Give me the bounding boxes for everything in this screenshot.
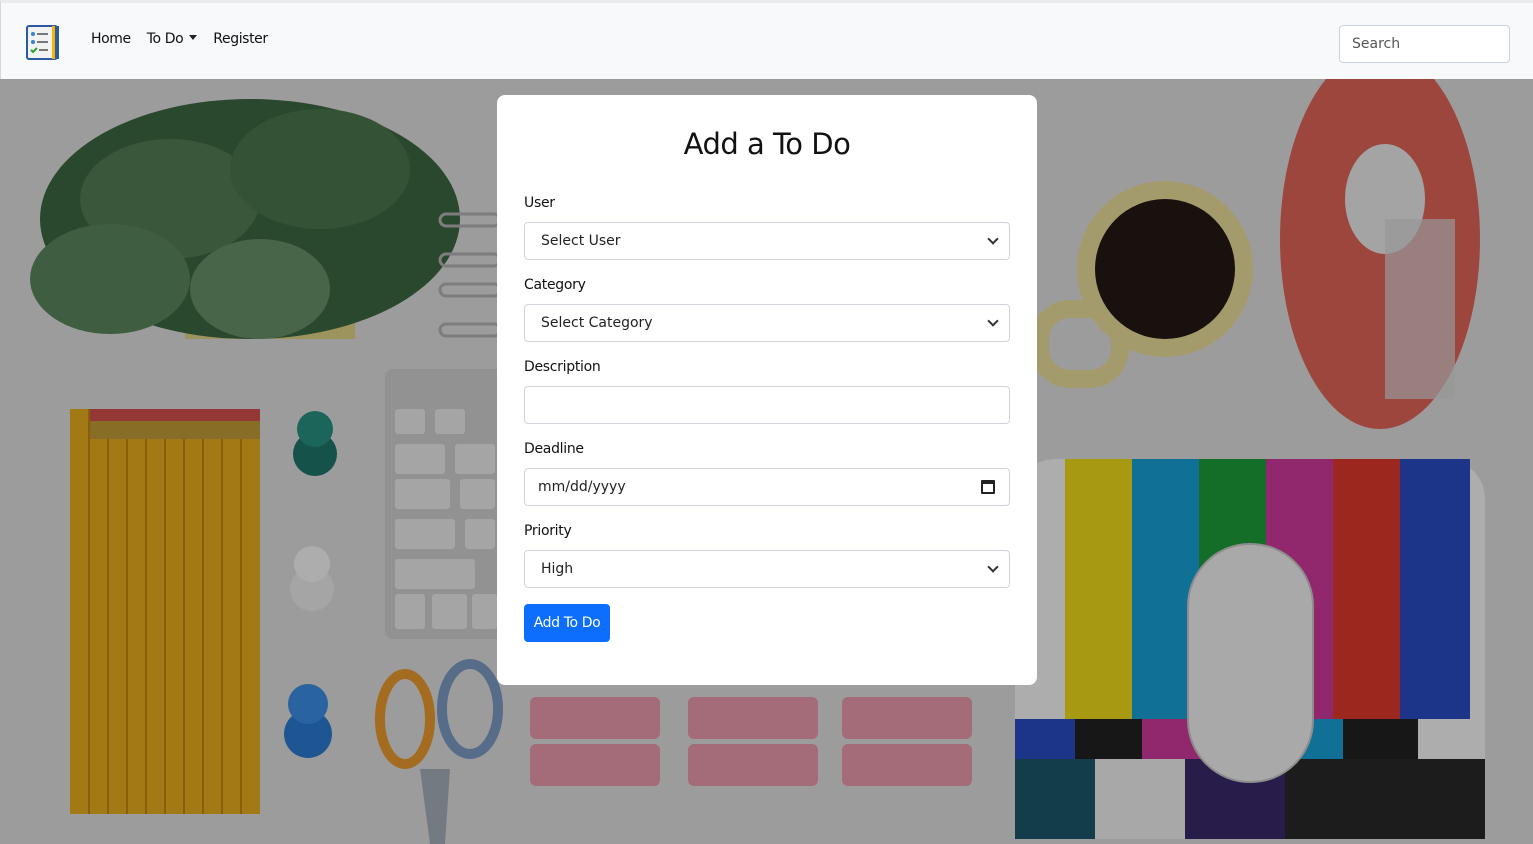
- user-label: User: [524, 195, 555, 211]
- form-title: Add a To Do: [683, 127, 851, 161]
- deadline-label: Deadline: [524, 441, 584, 457]
- calendar-icon[interactable]: [981, 480, 995, 494]
- nav-dropdown-todo-label: To Do: [146, 31, 184, 47]
- priority-select[interactable]: High: [524, 550, 1010, 588]
- deadline-date-input[interactable]: mm/dd/yyyy: [524, 468, 1010, 506]
- navbar: Home To Do Register: [0, 0, 1533, 79]
- nav-dropdown-todo[interactable]: To Do: [147, 31, 198, 47]
- category-label: Category: [524, 277, 586, 293]
- category-select-value: Select Category: [541, 315, 653, 331]
- nav-link-register[interactable]: Register: [213, 31, 268, 47]
- description-input[interactable]: [524, 386, 1010, 424]
- user-select-value: Select User: [541, 233, 621, 249]
- chevron-down-icon: [987, 561, 999, 573]
- user-select[interactable]: Select User: [524, 222, 1010, 260]
- chevron-down-icon: [987, 315, 999, 327]
- chevron-down-icon: [987, 233, 999, 245]
- todo-list-logo-icon[interactable]: [26, 25, 60, 60]
- description-label: Description: [524, 359, 601, 375]
- nav-links: Home To Do Register: [91, 31, 284, 47]
- deadline-input-value: mm/dd/yyyy: [538, 479, 626, 495]
- search-input[interactable]: [1339, 25, 1510, 63]
- category-select[interactable]: Select Category: [524, 304, 1010, 342]
- priority-select-value: High: [541, 561, 574, 577]
- add-todo-button[interactable]: Add To Do: [524, 604, 610, 642]
- nav-link-home[interactable]: Home: [91, 31, 131, 47]
- add-todo-card: Add a To Do User Select User Category Se…: [497, 95, 1037, 685]
- priority-label: Priority: [524, 523, 572, 539]
- caret-down-icon: [189, 35, 198, 40]
